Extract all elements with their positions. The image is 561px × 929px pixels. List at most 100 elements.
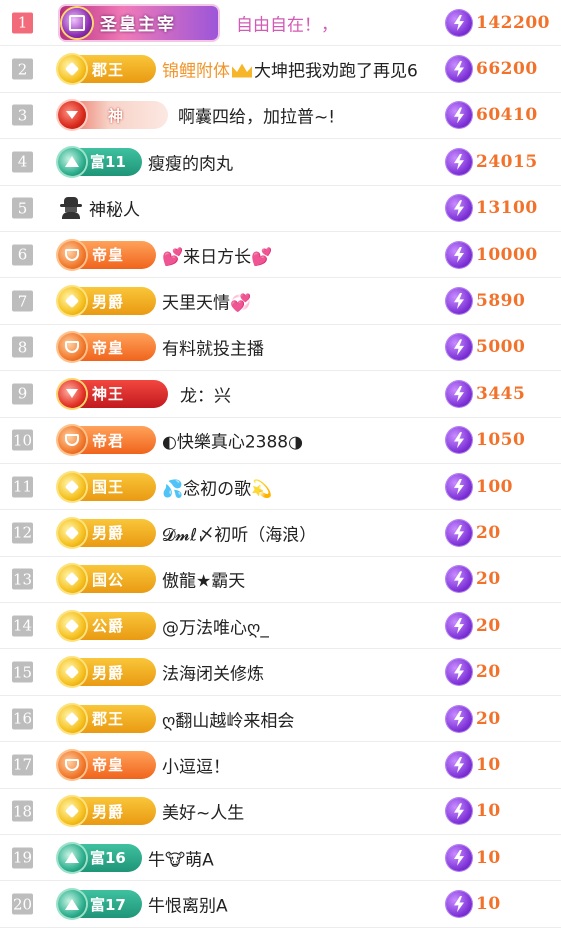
badge-label: 富17	[90, 895, 126, 914]
list-item[interactable]: 20 富17 牛恨离别A 10	[0, 881, 561, 928]
incognito-icon	[60, 197, 82, 220]
gold-medal-icon	[58, 704, 86, 733]
user-name[interactable]: 有料就投主播	[162, 335, 264, 360]
lightning-bolt-icon	[446, 751, 472, 778]
badge-label: 富11	[90, 153, 126, 172]
list-item[interactable]: 18 男爵 美好~人生 10	[0, 789, 561, 836]
rank-number: 7	[12, 290, 33, 312]
level-badge: 圣皇主宰	[60, 5, 218, 40]
score: 10	[446, 890, 501, 918]
list-item[interactable]: 8 帝皇 有料就投主播 5000	[0, 325, 561, 372]
rank-number: 16	[12, 708, 33, 730]
score: 10	[446, 844, 501, 872]
score: 1050	[446, 426, 525, 454]
orange-medal-icon	[58, 750, 86, 779]
user-name[interactable]: 自由自在！，	[236, 10, 338, 35]
user-name[interactable]: 牛🐮萌A	[148, 845, 214, 870]
user-name[interactable]: 牛恨离别A	[148, 892, 228, 917]
user-name[interactable]: 啊囊四给，加拉普~!	[178, 103, 335, 128]
rank-number: 4	[12, 151, 33, 173]
lightning-bolt-icon	[446, 241, 472, 268]
gold-medal-icon	[58, 518, 86, 547]
rank-number: 5	[12, 197, 33, 219]
lightning-bolt-icon	[446, 102, 472, 129]
user-name[interactable]: 神秘人	[89, 196, 140, 221]
user-name[interactable]: 瘦瘦的肉丸	[148, 149, 233, 174]
badge-label: 男爵	[92, 802, 125, 821]
badge-label: 神王	[92, 385, 125, 404]
score-value: 60410	[476, 105, 538, 126]
user-name[interactable]: 天里天情💞	[162, 289, 251, 314]
rank-number: 20	[12, 893, 33, 915]
orange-medal-icon	[58, 240, 86, 269]
score-value: 10	[476, 754, 501, 775]
score: 20	[446, 705, 501, 733]
list-item[interactable]: 16 郡王 ღ翻山越岭来相会 20	[0, 696, 561, 743]
user-name[interactable]: 锦鲤附体 大坤把我劝跑了再见6	[162, 57, 418, 82]
user-name[interactable]: 傲龍★霸天	[162, 567, 245, 592]
level-badge: 男爵	[58, 518, 156, 547]
gold-medal-icon	[58, 611, 86, 640]
score: 3445	[446, 380, 525, 408]
rank-number: 1	[12, 12, 33, 34]
list-item[interactable]: 11 国王 💦念初の歌💫 100	[0, 464, 561, 511]
lightning-bolt-icon	[446, 612, 472, 639]
list-item[interactable]: 17 帝皇 小逗逗！ 10	[0, 742, 561, 789]
list-item[interactable]: 15 男爵 法海闭关修炼 20	[0, 649, 561, 696]
wealth-badge: 富16	[58, 843, 142, 872]
gold-medal-icon	[58, 472, 86, 501]
user-name[interactable]: 💦念初の歌💫	[162, 474, 272, 499]
badge-label: 男爵	[92, 292, 125, 311]
rank-number: 9	[12, 383, 33, 405]
user-name[interactable]: 龙：兴	[180, 381, 231, 406]
wealth-badge: 富11	[58, 147, 142, 176]
score: 20	[446, 612, 501, 640]
user-name[interactable]: 法海闭关修炼	[162, 660, 264, 685]
badge-label: 帝君	[92, 431, 125, 450]
gold-medal-icon	[58, 565, 86, 594]
score-value: 1050	[476, 430, 526, 451]
user-name[interactable]: @万法唯心ღ_	[162, 613, 269, 638]
score-value: 20	[476, 662, 501, 683]
list-item[interactable]: 13 国公 傲龍★霸天 20	[0, 557, 561, 604]
list-item[interactable]: 9 神王 龙：兴 3445	[0, 371, 561, 418]
list-item[interactable]: 1 圣皇主宰 自由自在！， 142200	[0, 0, 561, 47]
gold-medal-icon	[58, 797, 86, 826]
user-name[interactable]: 小逗逗！	[162, 752, 230, 777]
lightning-bolt-icon	[446, 473, 472, 500]
list-item[interactable]: 7 男爵 天里天情💞 5890	[0, 278, 561, 325]
list-item[interactable]: 14 公爵 @万法唯心ღ_ 20	[0, 603, 561, 650]
list-item[interactable]: 12 男爵 𝓓𝓶ℓ〆初听（海浪） 20	[0, 510, 561, 557]
badge-label: 郡王	[92, 710, 125, 729]
user-name[interactable]: 💕来日方长💕	[162, 242, 272, 267]
level-badge: 帝皇	[58, 240, 156, 269]
list-item[interactable]: 6 帝皇 💕来日方长💕 10000	[0, 232, 561, 279]
lightning-bolt-icon	[446, 380, 472, 407]
orange-medal-icon	[58, 333, 86, 362]
user-name[interactable]: 美好~人生	[162, 799, 244, 824]
user-name[interactable]: 𝓓𝓶ℓ〆初听（海浪）	[162, 520, 316, 545]
gold-medal-icon	[58, 55, 86, 84]
score: 60410	[446, 101, 538, 129]
badge-label: 男爵	[92, 663, 125, 682]
level-badge: 帝皇	[58, 750, 156, 779]
list-item[interactable]: 2 郡王 锦鲤附体 大坤把我劝跑了再见6 66200	[0, 46, 561, 93]
badge-label: 富16	[90, 849, 126, 868]
list-item[interactable]: 4 富11 瘦瘦的肉丸 24015	[0, 139, 561, 186]
list-item[interactable]: 5 神秘人 13100	[0, 186, 561, 232]
list-item[interactable]: 19 富16 牛🐮萌A 10	[0, 835, 561, 882]
score: 5000	[446, 333, 525, 361]
gold-medal-icon	[58, 287, 86, 316]
score-value: 5000	[476, 337, 526, 358]
badge-label: 帝皇	[92, 756, 125, 775]
rank-number: 10	[12, 429, 33, 451]
list-item[interactable]: 10 帝君 ◐快樂真心2388◑ 1050	[0, 418, 561, 464]
level-badge: 神王	[58, 379, 168, 408]
list-item[interactable]: 3 神 啊囊四给，加拉普~! 60410	[0, 93, 561, 140]
user-name[interactable]: ღ翻山越岭来相会	[162, 706, 294, 731]
lightning-bolt-icon	[446, 334, 472, 361]
user-name[interactable]: ◐快樂真心2388◑	[162, 428, 303, 453]
wealth-medal-icon	[58, 843, 86, 872]
crown-icon	[232, 63, 252, 78]
score-value: 20	[476, 615, 501, 636]
